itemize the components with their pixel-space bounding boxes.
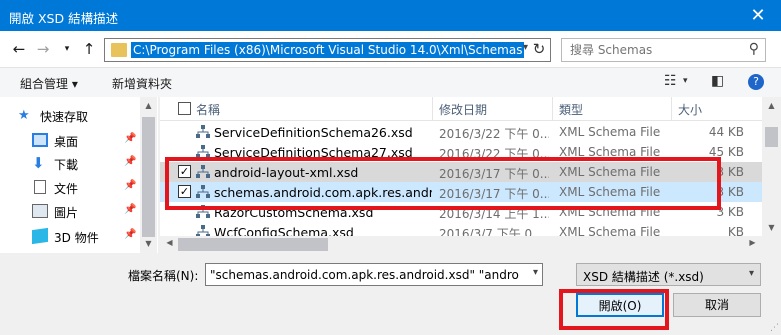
window-title: 開啟 XSD 結構描述 <box>9 11 119 26</box>
pin-icon[interactable]: 📌 <box>124 133 136 144</box>
select-all-checkbox[interactable] <box>178 102 191 115</box>
refresh-icon[interactable]: ↻ <box>530 40 548 58</box>
open-button-highlight <box>559 289 669 330</box>
column-header-date[interactable]: 修改日期 <box>439 101 487 118</box>
title-bar: 開啟 XSD 結構描述 ✕ <box>0 0 781 31</box>
column-header-size[interactable]: 大小 <box>678 101 702 118</box>
pin-icon[interactable]: 📌 <box>124 180 136 191</box>
scroll-left-icon[interactable]: ◀ <box>163 238 176 247</box>
desktop-icon <box>32 133 48 147</box>
search-input[interactable] <box>570 40 750 60</box>
selected-files-highlight <box>165 157 721 210</box>
nav-item-label: 圖片 <box>54 206 79 220</box>
filetype-value: XSD 結構描述 (*.xsd) <box>583 270 704 284</box>
back-arrow-icon[interactable]: ← <box>8 39 30 59</box>
folder-icon <box>111 43 127 57</box>
scroll-down-icon[interactable]: ▼ <box>765 223 778 232</box>
command-bar: 組合管理 ▾ 新增資料夾 ☷ ▾ ◧ ? <box>0 67 781 97</box>
filename-dropdown-icon[interactable]: ▾ <box>533 267 538 278</box>
preview-pane-icon[interactable]: ◧ <box>711 73 724 89</box>
navigation-pane: ★ 快速存取 桌面 📌 ⬇ 下載 📌 文件 📌 圖片 📌 3D 物件 📌 ▲ ▼ <box>0 97 158 253</box>
search-icon[interactable]: ⚲ <box>749 41 759 57</box>
file-name: ServiceDefinitionSchema26.xsd <box>214 125 413 140</box>
nav-item-3d-objects[interactable]: 3D 物件 📌 <box>0 226 140 248</box>
column-header-type[interactable]: 類型 <box>559 101 583 118</box>
column-divider[interactable] <box>552 97 553 121</box>
cube-icon <box>32 227 48 245</box>
column-divider[interactable] <box>432 97 433 121</box>
new-folder-button[interactable]: 新增資料夾 <box>112 75 172 92</box>
nav-scroll-thumb[interactable] <box>142 117 155 237</box>
nav-item-quick-access[interactable]: ★ 快速存取 <box>0 105 140 127</box>
forward-arrow-icon[interactable]: → <box>32 39 54 59</box>
file-type: XML Schema File <box>559 125 661 139</box>
scroll-right-icon[interactable]: ▶ <box>746 238 759 247</box>
file-size: 44 KB <box>708 125 744 139</box>
nav-item-label: 3D 物件 <box>54 231 99 245</box>
filetype-select[interactable]: XSD 結構描述 (*.xsd) ▾ <box>576 263 761 286</box>
organize-menu-button[interactable]: 組合管理 ▾ <box>20 75 78 92</box>
address-dropdown-icon[interactable]: ▾ <box>523 42 528 53</box>
nav-scrollbar[interactable]: ▲ ▼ <box>140 97 157 253</box>
xml-schema-file-icon <box>196 125 210 139</box>
scroll-up-icon[interactable]: ▲ <box>142 101 155 110</box>
download-icon: ⬇ <box>32 154 45 172</box>
horizontal-scrollbar[interactable]: ◀ ▶ <box>160 236 762 253</box>
pin-icon[interactable]: 📌 <box>124 156 136 167</box>
address-path[interactable]: C:\Program Files (x86)\Microsoft Visual … <box>131 42 525 58</box>
column-header-row: 名稱 修改日期 類型 大小 <box>160 97 762 121</box>
chevron-down-icon[interactable]: ▾ <box>749 268 754 279</box>
scroll-down-icon[interactable]: ▼ <box>142 239 155 248</box>
pin-icon[interactable]: 📌 <box>124 204 136 215</box>
nav-item-documents[interactable]: 文件 📌 <box>0 177 140 199</box>
nav-item-pictures[interactable]: 圖片 📌 <box>0 201 140 223</box>
pictures-icon <box>32 204 48 218</box>
nav-item-label: 文件 <box>54 182 79 196</box>
help-icon[interactable]: ? <box>748 74 764 90</box>
filename-input[interactable] <box>210 265 520 285</box>
nav-item-desktop[interactable]: 桌面 📌 <box>0 130 140 152</box>
scroll-up-icon[interactable]: ▲ <box>765 101 778 110</box>
file-list-scroll-thumb[interactable] <box>765 127 778 147</box>
nav-item-label: 快速存取 <box>40 110 89 124</box>
address-bar[interactable]: C:\Program Files (x86)\Microsoft Visual … <box>104 38 551 62</box>
search-box[interactable]: ⚲ <box>561 38 766 62</box>
view-options-chevron-icon[interactable]: ▾ <box>683 76 688 86</box>
nav-item-label: 下載 <box>54 158 79 172</box>
pin-icon[interactable]: 📌 <box>124 229 136 240</box>
filename-label: 檔案名稱(N): <box>128 269 199 283</box>
column-divider[interactable] <box>671 97 672 121</box>
nav-item-label: 桌面 <box>54 135 79 149</box>
table-row[interactable]: ServiceDefinitionSchema26.xsd 2016/3/22 下… <box>160 122 762 142</box>
cancel-button[interactable]: 取消 <box>673 293 761 317</box>
file-date: 2016/3/22 下午 0... <box>439 127 549 141</box>
resize-grip-icon[interactable]: ⋰ <box>770 323 779 333</box>
star-icon: ★ <box>18 108 30 123</box>
document-icon <box>34 180 46 194</box>
recent-locations-chevron-icon[interactable]: ▾ <box>56 39 78 59</box>
column-header-name[interactable]: 名稱 <box>196 101 220 118</box>
filename-field[interactable]: ▾ <box>205 263 543 286</box>
close-button[interactable]: ✕ <box>735 0 781 31</box>
file-list-scrollbar[interactable]: ▲ ▼ <box>763 97 780 253</box>
up-arrow-icon[interactable]: ↑ <box>78 39 100 59</box>
view-options-icon[interactable]: ☷ <box>664 73 677 89</box>
nav-item-downloads[interactable]: ⬇ 下載 📌 <box>0 153 140 175</box>
address-row: ← → ▾ ↑ C:\Program Files (x86)\Microsoft… <box>0 31 781 67</box>
horizontal-scroll-thumb[interactable] <box>178 238 328 251</box>
